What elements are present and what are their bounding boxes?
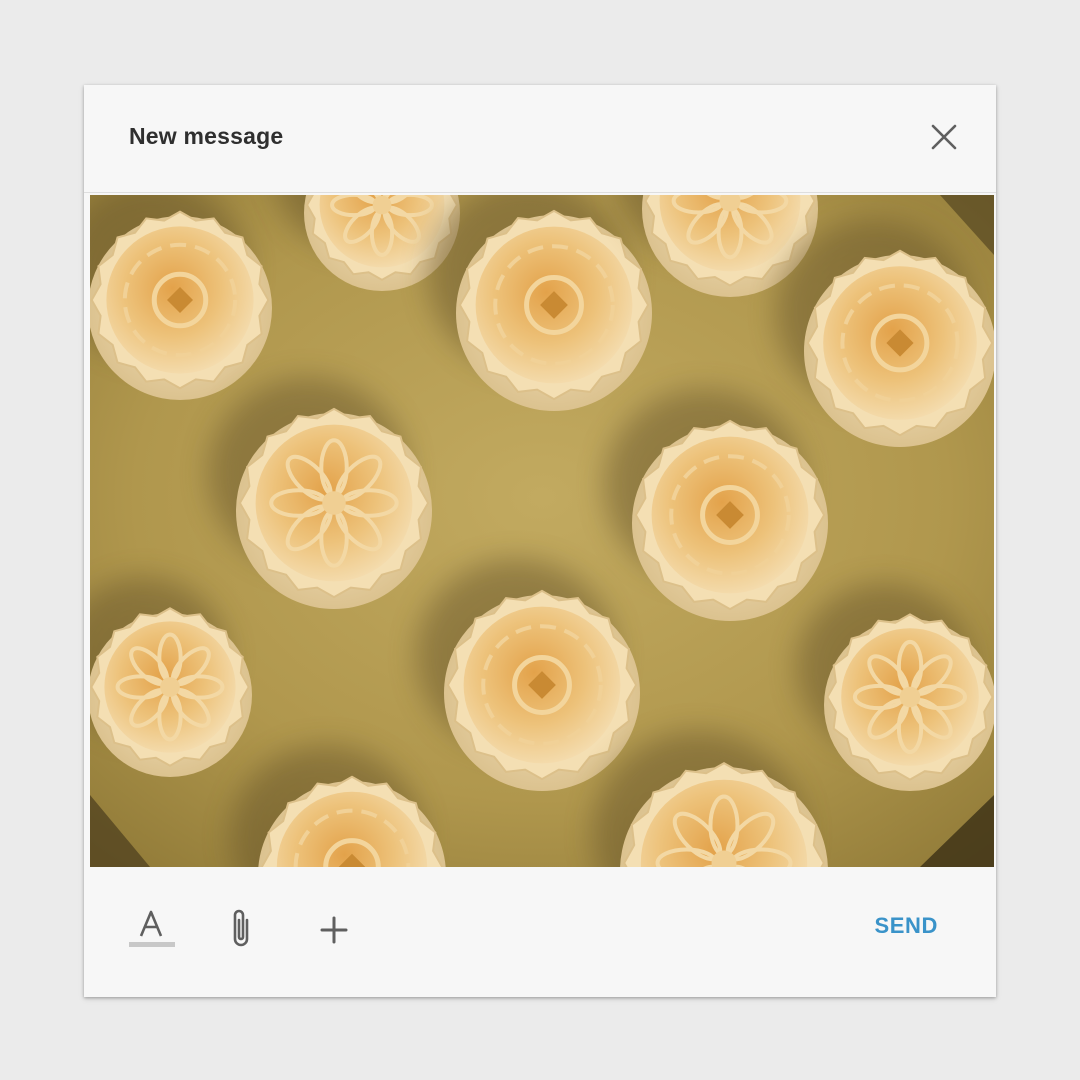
close-button[interactable]: [928, 121, 960, 153]
send-button[interactable]: SEND: [874, 911, 938, 941]
paperclip-icon: [233, 909, 249, 947]
plus-icon: [320, 916, 348, 944]
compose-dialog: New message SEND: [84, 85, 996, 997]
dialog-title: New message: [129, 123, 284, 149]
format-text-button[interactable]: [127, 906, 175, 954]
text-format-icon: [129, 910, 175, 947]
close-icon: [931, 124, 957, 150]
compose-toolbar: SEND: [84, 870, 996, 997]
attach-file-button[interactable]: [219, 906, 267, 954]
compose-header: New message: [84, 85, 996, 193]
add-button[interactable]: [310, 906, 358, 954]
attached-photo: [90, 195, 994, 867]
mooncake-photo: [90, 195, 994, 867]
